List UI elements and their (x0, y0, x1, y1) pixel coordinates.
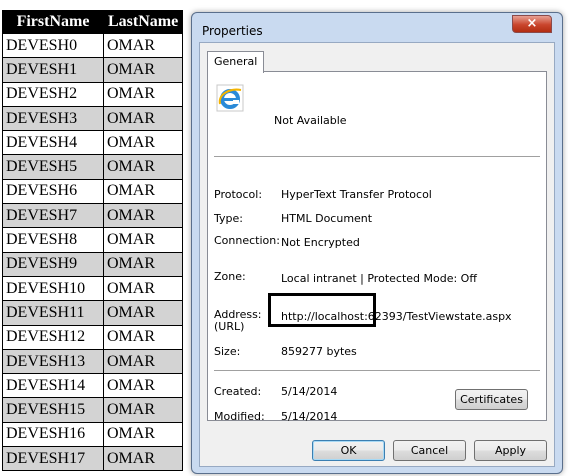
connection-label: Connection: (214, 234, 280, 247)
created-label: Created: (214, 385, 262, 398)
lastname-cell: OMAR (102, 227, 184, 253)
table-row: DEVESH10 OMAR (2, 275, 184, 302)
firstname-cell: DEVESH14 (2, 373, 104, 399)
cancel-button[interactable]: Cancel (393, 440, 466, 461)
type-label: Type: (214, 212, 243, 225)
lastname-cell: OMAR (102, 203, 184, 229)
certificates-button[interactable]: Certificates (455, 389, 528, 410)
protocol-label: Protocol: (214, 188, 263, 201)
firstname-cell: DEVESH2 (2, 81, 104, 107)
firstname-cell: DEVESH17 (2, 446, 104, 472)
connection-value: Not Encrypted (281, 236, 360, 249)
table-row: DEVESH17 OMAR (2, 446, 184, 472)
firstname-cell: DEVESH13 (2, 348, 104, 375)
lastname-cell: OMAR (102, 397, 184, 423)
firstname-cell: DEVESH0 (2, 32, 104, 59)
firstname-cell: DEVESH5 (2, 154, 104, 180)
page-title-value: Not Available (274, 114, 347, 127)
header-lastname[interactable]: LastName (102, 10, 184, 34)
size-label: Size: (214, 345, 241, 358)
modified-label: Modified: (214, 410, 265, 423)
lastname-cell: OMAR (102, 275, 184, 302)
table-row: DEVESH4 OMAR (2, 130, 184, 156)
table-row: DEVESH14 OMAR (2, 373, 184, 399)
grid-header-row: FirstName LastName (2, 10, 184, 34)
modified-value: 5/14/2014 (281, 410, 338, 423)
firstname-cell: DEVESH8 (2, 227, 104, 253)
type-value: HTML Document (281, 212, 373, 225)
firstname-cell: DEVESH6 (2, 178, 104, 205)
firstname-cell: DEVESH10 (2, 275, 104, 302)
firstname-cell: DEVESH11 (2, 300, 104, 326)
lastname-cell: OMAR (102, 348, 184, 375)
dialog-title: Properties (202, 24, 263, 38)
table-row: DEVESH15 OMAR (2, 397, 184, 423)
table-row: DEVESH6 OMAR (2, 178, 184, 205)
table-row: DEVESH3 OMAR (2, 105, 184, 132)
close-icon: × (526, 16, 538, 31)
lastname-cell: OMAR (102, 154, 184, 180)
table-row: DEVESH1 OMAR (2, 57, 184, 83)
lastname-cell: OMAR (102, 251, 184, 277)
ok-button[interactable]: OK (312, 440, 385, 461)
lastname-cell: OMAR (102, 421, 184, 448)
zone-value: Local intranet | Protected Mode: Off (281, 272, 477, 285)
table-row: DEVESH7 OMAR (2, 203, 184, 229)
lastname-cell: OMAR (102, 446, 184, 472)
firstname-cell: DEVESH3 (2, 105, 104, 132)
table-row: DEVESH9 OMAR (2, 251, 184, 277)
data-grid: FirstName LastName DEVESH0 OMAR DEVESH1 OMA… (2, 10, 184, 472)
separator (214, 156, 540, 157)
lastname-cell: OMAR (102, 130, 184, 156)
lastname-cell: OMAR (102, 300, 184, 326)
grid-body: DEVESH0 OMAR DEVESH1 OMAR DEVESH2 OMAR DEVESH3… (2, 32, 184, 472)
table-row: DEVESH16 OMAR (2, 421, 184, 448)
lastname-cell: OMAR (102, 81, 184, 107)
created-value: 5/14/2014 (281, 385, 338, 398)
table-row: DEVESH12 OMAR (2, 324, 184, 350)
table-row: DEVESH11 OMAR (2, 300, 184, 326)
apply-button[interactable]: Apply (474, 440, 547, 461)
lastname-cell: OMAR (102, 57, 184, 83)
tab-general[interactable]: General (207, 51, 265, 73)
close-button[interactable]: × (512, 15, 552, 33)
internet-explorer-icon (216, 84, 244, 112)
firstname-cell: DEVESH12 (2, 324, 104, 350)
firstname-cell: DEVESH1 (2, 57, 104, 83)
address-label-line2: (URL) (214, 320, 245, 333)
firstname-cell: DEVESH7 (2, 203, 104, 229)
lastname-cell: OMAR (102, 32, 184, 59)
table-row: DEVESH13 OMAR (2, 348, 184, 375)
firstname-cell: DEVESH16 (2, 421, 104, 448)
general-tab-panel: Not Available Protocol: HyperText Transf… (207, 71, 547, 423)
separator (214, 370, 540, 371)
size-value: 859277 bytes (281, 345, 357, 358)
size-highlight-box (268, 293, 376, 327)
lastname-cell: OMAR (102, 373, 184, 399)
firstname-cell: DEVESH9 (2, 251, 104, 277)
protocol-value: HyperText Transfer Protocol (281, 188, 432, 201)
lastname-cell: OMAR (102, 105, 184, 132)
table-row: DEVESH2 OMAR (2, 81, 184, 107)
firstname-cell: DEVESH4 (2, 130, 104, 156)
lastname-cell: OMAR (102, 178, 184, 205)
zone-label: Zone: (214, 270, 246, 283)
lastname-cell: OMAR (102, 324, 184, 350)
properties-dialog: Properties × General Not Available Proto… (191, 12, 563, 474)
header-firstname[interactable]: FirstName (2, 10, 104, 34)
table-row: DEVESH8 OMAR (2, 227, 184, 253)
table-row: DEVESH5 OMAR (2, 154, 184, 180)
firstname-cell: DEVESH15 (2, 397, 104, 423)
dialog-client-area: General Not Available Protocol: HyperTex… (199, 42, 555, 467)
table-row: DEVESH0 OMAR (2, 32, 184, 59)
